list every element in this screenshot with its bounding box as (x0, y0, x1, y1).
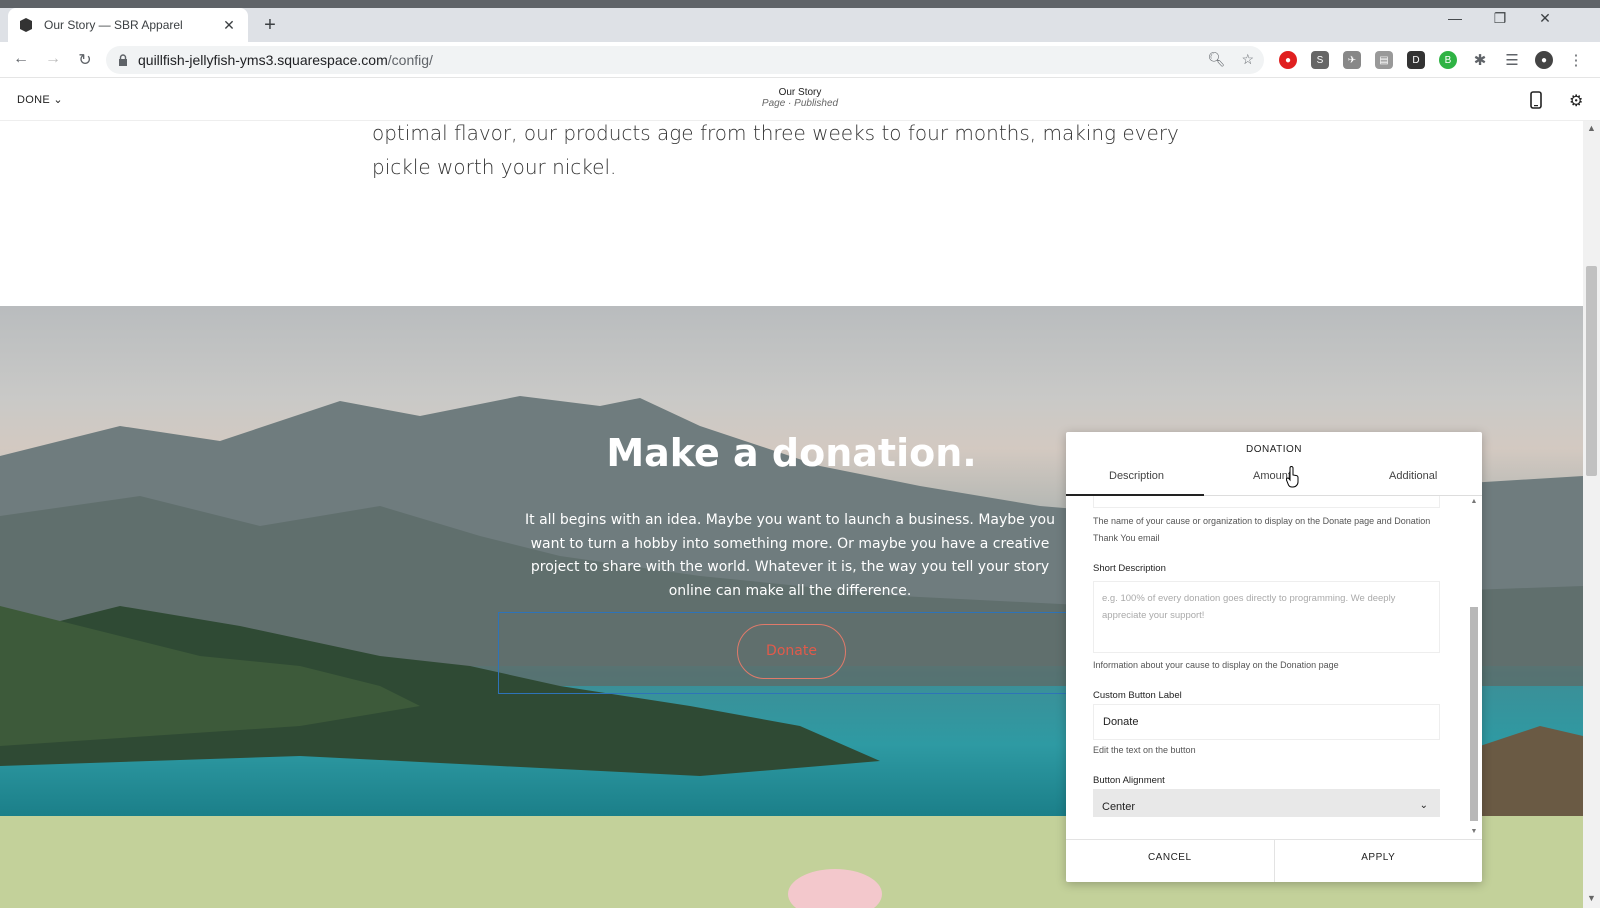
extensions-puzzle-icon[interactable]: ✱ (1471, 51, 1489, 69)
s-extension-icon[interactable]: S (1311, 51, 1329, 69)
tab-additional[interactable]: Additional (1389, 470, 1437, 482)
button-alignment-label: Button Alignment (1093, 775, 1165, 786)
panel-body: The name of your cause or organization t… (1066, 496, 1482, 817)
adblock-extension-icon[interactable]: ● (1279, 51, 1297, 69)
panel-scroll-up-icon[interactable]: ▲ (1468, 498, 1480, 505)
d-extension-icon[interactable]: D (1407, 51, 1425, 69)
page-scrollbar[interactable]: ▲ ▼ (1583, 121, 1600, 908)
chrome-menu-icon[interactable]: ⋮ (1567, 51, 1585, 69)
panel-scrollbar-thumb[interactable] (1470, 607, 1478, 821)
bird-extension-icon[interactable]: ✈ (1343, 51, 1361, 69)
browser-tab-strip: Our Story — SBR Apparel ✕ + — ❐ ✕ (0, 0, 1600, 42)
scrollbar-thumb[interactable] (1586, 266, 1597, 476)
editor-header: DONE ⌄ Our Story Page · Published ⚙ (0, 78, 1600, 121)
short-description-label: Short Description (1093, 563, 1166, 574)
donate-button[interactable]: Donate (737, 624, 846, 679)
intro-paragraph: optimal flavor, our products age from th… (372, 121, 1179, 179)
new-tab-icon[interactable]: + (258, 14, 282, 38)
url-path: /config/ (387, 52, 433, 68)
screen-extension-icon[interactable]: ▤ (1375, 51, 1393, 69)
panel-scroll-down-icon[interactable]: ▼ (1468, 828, 1480, 835)
url-host: quillfish-jellyfish-yms3.squarespace.com (138, 52, 388, 68)
close-window-icon[interactable]: ✕ (1530, 10, 1560, 27)
browser-toolbar: ← → ↻ quillfish-jellyfish-yms3.squarespa… (0, 42, 1600, 78)
mobile-preview-icon[interactable] (1530, 91, 1542, 114)
button-label-input[interactable]: Donate (1093, 704, 1440, 740)
back-icon[interactable]: ← (10, 50, 32, 68)
restore-icon[interactable]: ❐ (1485, 10, 1515, 27)
button-label-help: Edit the text on the button (1093, 745, 1196, 755)
browser-tab[interactable]: Our Story — SBR Apparel ✕ (8, 8, 248, 42)
hero-paragraph: It all begins with an idea. Maybe you wa… (525, 512, 1055, 599)
b-extension-icon[interactable]: B (1439, 51, 1457, 69)
window-top-border (0, 0, 1600, 8)
bookmark-star-icon[interactable]: ☆ (1241, 51, 1254, 68)
scroll-down-arrow-icon[interactable]: ▼ (1583, 893, 1600, 903)
close-tab-icon[interactable]: ✕ (220, 17, 238, 34)
cause-name-input[interactable] (1093, 496, 1440, 508)
short-description-textarea[interactable]: e.g. 100% of every donation goes directl… (1093, 581, 1440, 653)
short-description-help: Information about your cause to display … (1093, 660, 1339, 670)
apply-button[interactable]: APPLY (1275, 840, 1483, 882)
panel-scrollbar[interactable]: ▲ ▼ (1468, 496, 1480, 839)
page-info: Our Story Page · Published (0, 87, 1600, 109)
hand-cursor-icon (1286, 466, 1299, 488)
alignment-value: Center (1102, 801, 1136, 813)
panel-tabs: Description Amount Additional (1066, 468, 1482, 496)
page-title: Our Story (778, 87, 822, 98)
button-label-label: Custom Button Label (1093, 690, 1182, 701)
forward-icon[interactable]: → (42, 50, 64, 68)
cancel-button[interactable]: CANCEL (1066, 840, 1275, 882)
squarespace-favicon-icon (18, 17, 34, 33)
cause-name-help: The name of your cause or organization t… (1093, 516, 1431, 543)
panel-title: DONATION (1245, 444, 1303, 455)
reload-icon[interactable]: ↻ (74, 50, 96, 70)
donation-settings-panel: DONATION Description Amount Additional T… (1066, 432, 1482, 882)
chevron-down-icon: ⌄ (1419, 800, 1428, 811)
tab-title: Our Story — SBR Apparel (44, 18, 183, 32)
scroll-up-arrow-icon[interactable]: ▲ (1583, 123, 1600, 133)
minimize-icon[interactable]: — (1440, 10, 1470, 26)
profile-avatar-icon[interactable]: ● (1535, 51, 1553, 69)
reading-list-icon[interactable]: ☰ (1503, 51, 1521, 69)
lock-icon (118, 54, 128, 66)
page-status: Page · Published (761, 98, 839, 109)
address-bar[interactable]: quillfish-jellyfish-yms3.squarespace.com… (106, 46, 1264, 74)
tab-description[interactable]: Description (1109, 470, 1164, 482)
button-alignment-select[interactable]: Center ⌄ (1093, 789, 1440, 817)
zoom-icon[interactable]: 🔍︎ (1208, 51, 1226, 68)
settings-gear-icon[interactable]: ⚙ (1569, 91, 1583, 111)
panel-footer: CANCEL APPLY (1066, 839, 1482, 882)
